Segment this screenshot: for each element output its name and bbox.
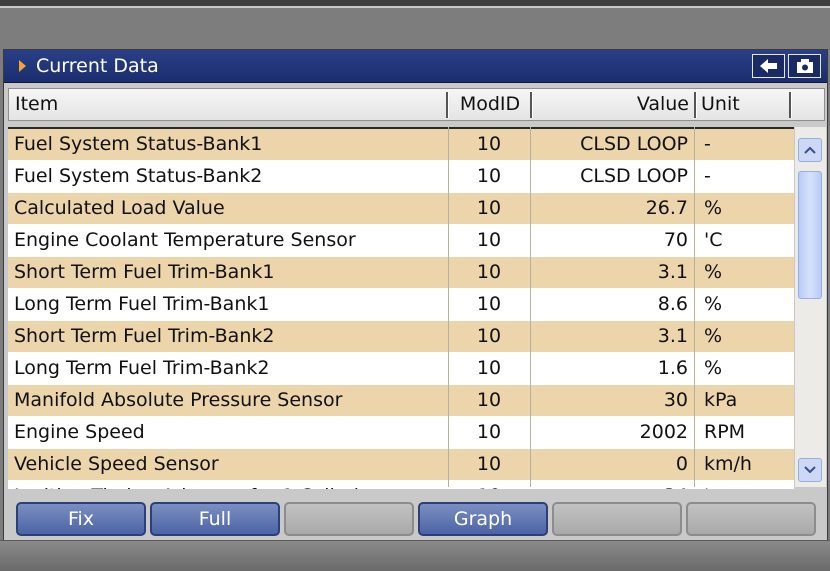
chevron-down-icon (804, 466, 816, 474)
item-unit: % (704, 357, 723, 379)
full-button[interactable]: Full (150, 502, 280, 536)
item-value: 0 (675, 453, 688, 475)
column-header-modid[interactable]: ModID (449, 89, 531, 120)
item-unit: % (704, 325, 723, 347)
item-value: 26.7 (645, 197, 688, 219)
vertical-scrollbar[interactable] (794, 127, 826, 487)
item-modid: 10 (476, 133, 502, 155)
item-modid: 10 (476, 325, 502, 347)
column-divider[interactable] (789, 92, 792, 118)
column-divider[interactable] (694, 92, 697, 118)
column-gridline (530, 127, 531, 487)
blank-button-1[interactable] (284, 502, 414, 536)
item-name: Short Term Fuel Trim-Bank1 (14, 261, 275, 283)
item-unit: % (704, 197, 723, 219)
item-name: Fuel System Status-Bank2 (14, 165, 263, 187)
item-modid: 10 (448, 481, 530, 489)
table-row[interactable]: Ignition Timing Advance for 1 Cylinder 1… (8, 481, 794, 489)
scroll-up-button[interactable] (798, 138, 822, 162)
table-header: Item ModID Value Unit (8, 88, 825, 121)
expand-triangle-icon (19, 60, 26, 72)
function-button-bar: Fix Full Graph (4, 498, 827, 540)
graph-button[interactable]: Graph (418, 502, 548, 536)
item-unit: kPa (704, 389, 738, 411)
item-name: Manifold Absolute Pressure Sensor (14, 389, 343, 411)
item-unit: ' (704, 481, 709, 489)
item-value: CLSD LOOP (580, 165, 688, 187)
item-value: 34 (530, 481, 688, 489)
column-gridline (448, 127, 449, 487)
chevron-up-icon (804, 146, 816, 154)
item-modid: 10 (476, 453, 502, 475)
item-value: 30 (663, 389, 688, 411)
item-name: Short Term Fuel Trim-Bank2 (14, 325, 275, 347)
item-name: Fuel System Status-Bank1 (14, 133, 263, 155)
item-name: Calculated Load Value (14, 197, 225, 219)
panel-title-bar: Current Data (4, 50, 827, 83)
scroll-down-button[interactable] (798, 458, 822, 482)
item-value: 1.6 (657, 357, 688, 379)
column-gridline (694, 127, 695, 487)
capture-button[interactable] (788, 54, 821, 78)
table-row[interactable]: Manifold Absolute Pressure Sensor 10 30 … (8, 385, 794, 416)
item-unit: % (704, 293, 723, 315)
item-modid: 10 (476, 421, 502, 443)
item-unit: - (704, 165, 711, 187)
scrollbar-thumb[interactable] (798, 171, 822, 299)
current-data-panel: Current Data Item ModID Value Unit Fuel … (3, 49, 828, 541)
table-row[interactable]: Short Term Fuel Trim-Bank2 10 3.1 % (8, 321, 794, 352)
item-modid: 10 (476, 357, 502, 379)
item-value: 3.1 (657, 261, 688, 283)
bottom-bar (0, 540, 830, 571)
blank-button-3[interactable] (686, 502, 816, 536)
table-row[interactable]: Calculated Load Value 10 26.7 % (8, 193, 794, 224)
item-unit: 'C (704, 229, 723, 251)
table-row[interactable]: Fuel System Status-Bank2 10 CLSD LOOP - (8, 161, 794, 192)
table-row[interactable]: Long Term Fuel Trim-Bank1 10 8.6 % (8, 289, 794, 320)
table-row[interactable]: Engine Speed 10 2002 RPM (8, 417, 794, 448)
item-unit: % (704, 261, 723, 283)
item-unit: km/h (704, 453, 752, 475)
item-name: Long Term Fuel Trim-Bank2 (14, 357, 270, 379)
top-bar (0, 0, 830, 8)
blank-button-2[interactable] (552, 502, 682, 536)
table-row[interactable]: Fuel System Status-Bank1 10 CLSD LOOP - (8, 129, 794, 160)
data-table: Fuel System Status-Bank1 10 CLSD LOOP - … (8, 127, 794, 489)
back-button[interactable] (752, 54, 785, 78)
item-name: Vehicle Speed Sensor (14, 453, 219, 475)
item-unit: - (704, 133, 711, 155)
table-row[interactable]: Vehicle Speed Sensor 10 0 km/h (8, 449, 794, 480)
item-modid: 10 (476, 261, 502, 283)
item-modid: 10 (476, 229, 502, 251)
column-header-item[interactable]: Item (15, 89, 445, 120)
camera-icon (796, 59, 813, 73)
item-unit: RPM (704, 421, 746, 443)
item-name: Long Term Fuel Trim-Bank1 (14, 293, 270, 315)
item-modid: 10 (476, 197, 502, 219)
column-header-unit[interactable]: Unit (701, 89, 781, 120)
item-name: Engine Coolant Temperature Sensor (14, 229, 356, 251)
table-row[interactable]: Long Term Fuel Trim-Bank2 10 1.6 % (8, 353, 794, 384)
item-value: CLSD LOOP (580, 133, 688, 155)
column-header-value[interactable]: Value (533, 89, 689, 120)
item-modid: 10 (476, 389, 502, 411)
item-name: Engine Speed (14, 421, 145, 443)
panel-title: Current Data (36, 55, 159, 77)
item-name: Ignition Timing Advance for 1 Cylinder (14, 481, 378, 489)
table-row[interactable]: Short Term Fuel Trim-Bank1 10 3.1 % (8, 257, 794, 288)
back-arrow-icon (759, 59, 777, 73)
item-value: 2002 (639, 421, 688, 443)
item-value: 70 (663, 229, 688, 251)
item-modid: 10 (476, 293, 502, 315)
fix-button[interactable]: Fix (16, 502, 146, 536)
item-value: 3.1 (657, 325, 688, 347)
item-value: 8.6 (657, 293, 688, 315)
item-modid: 10 (476, 165, 502, 187)
table-row[interactable]: Engine Coolant Temperature Sensor 10 70 … (8, 225, 794, 256)
